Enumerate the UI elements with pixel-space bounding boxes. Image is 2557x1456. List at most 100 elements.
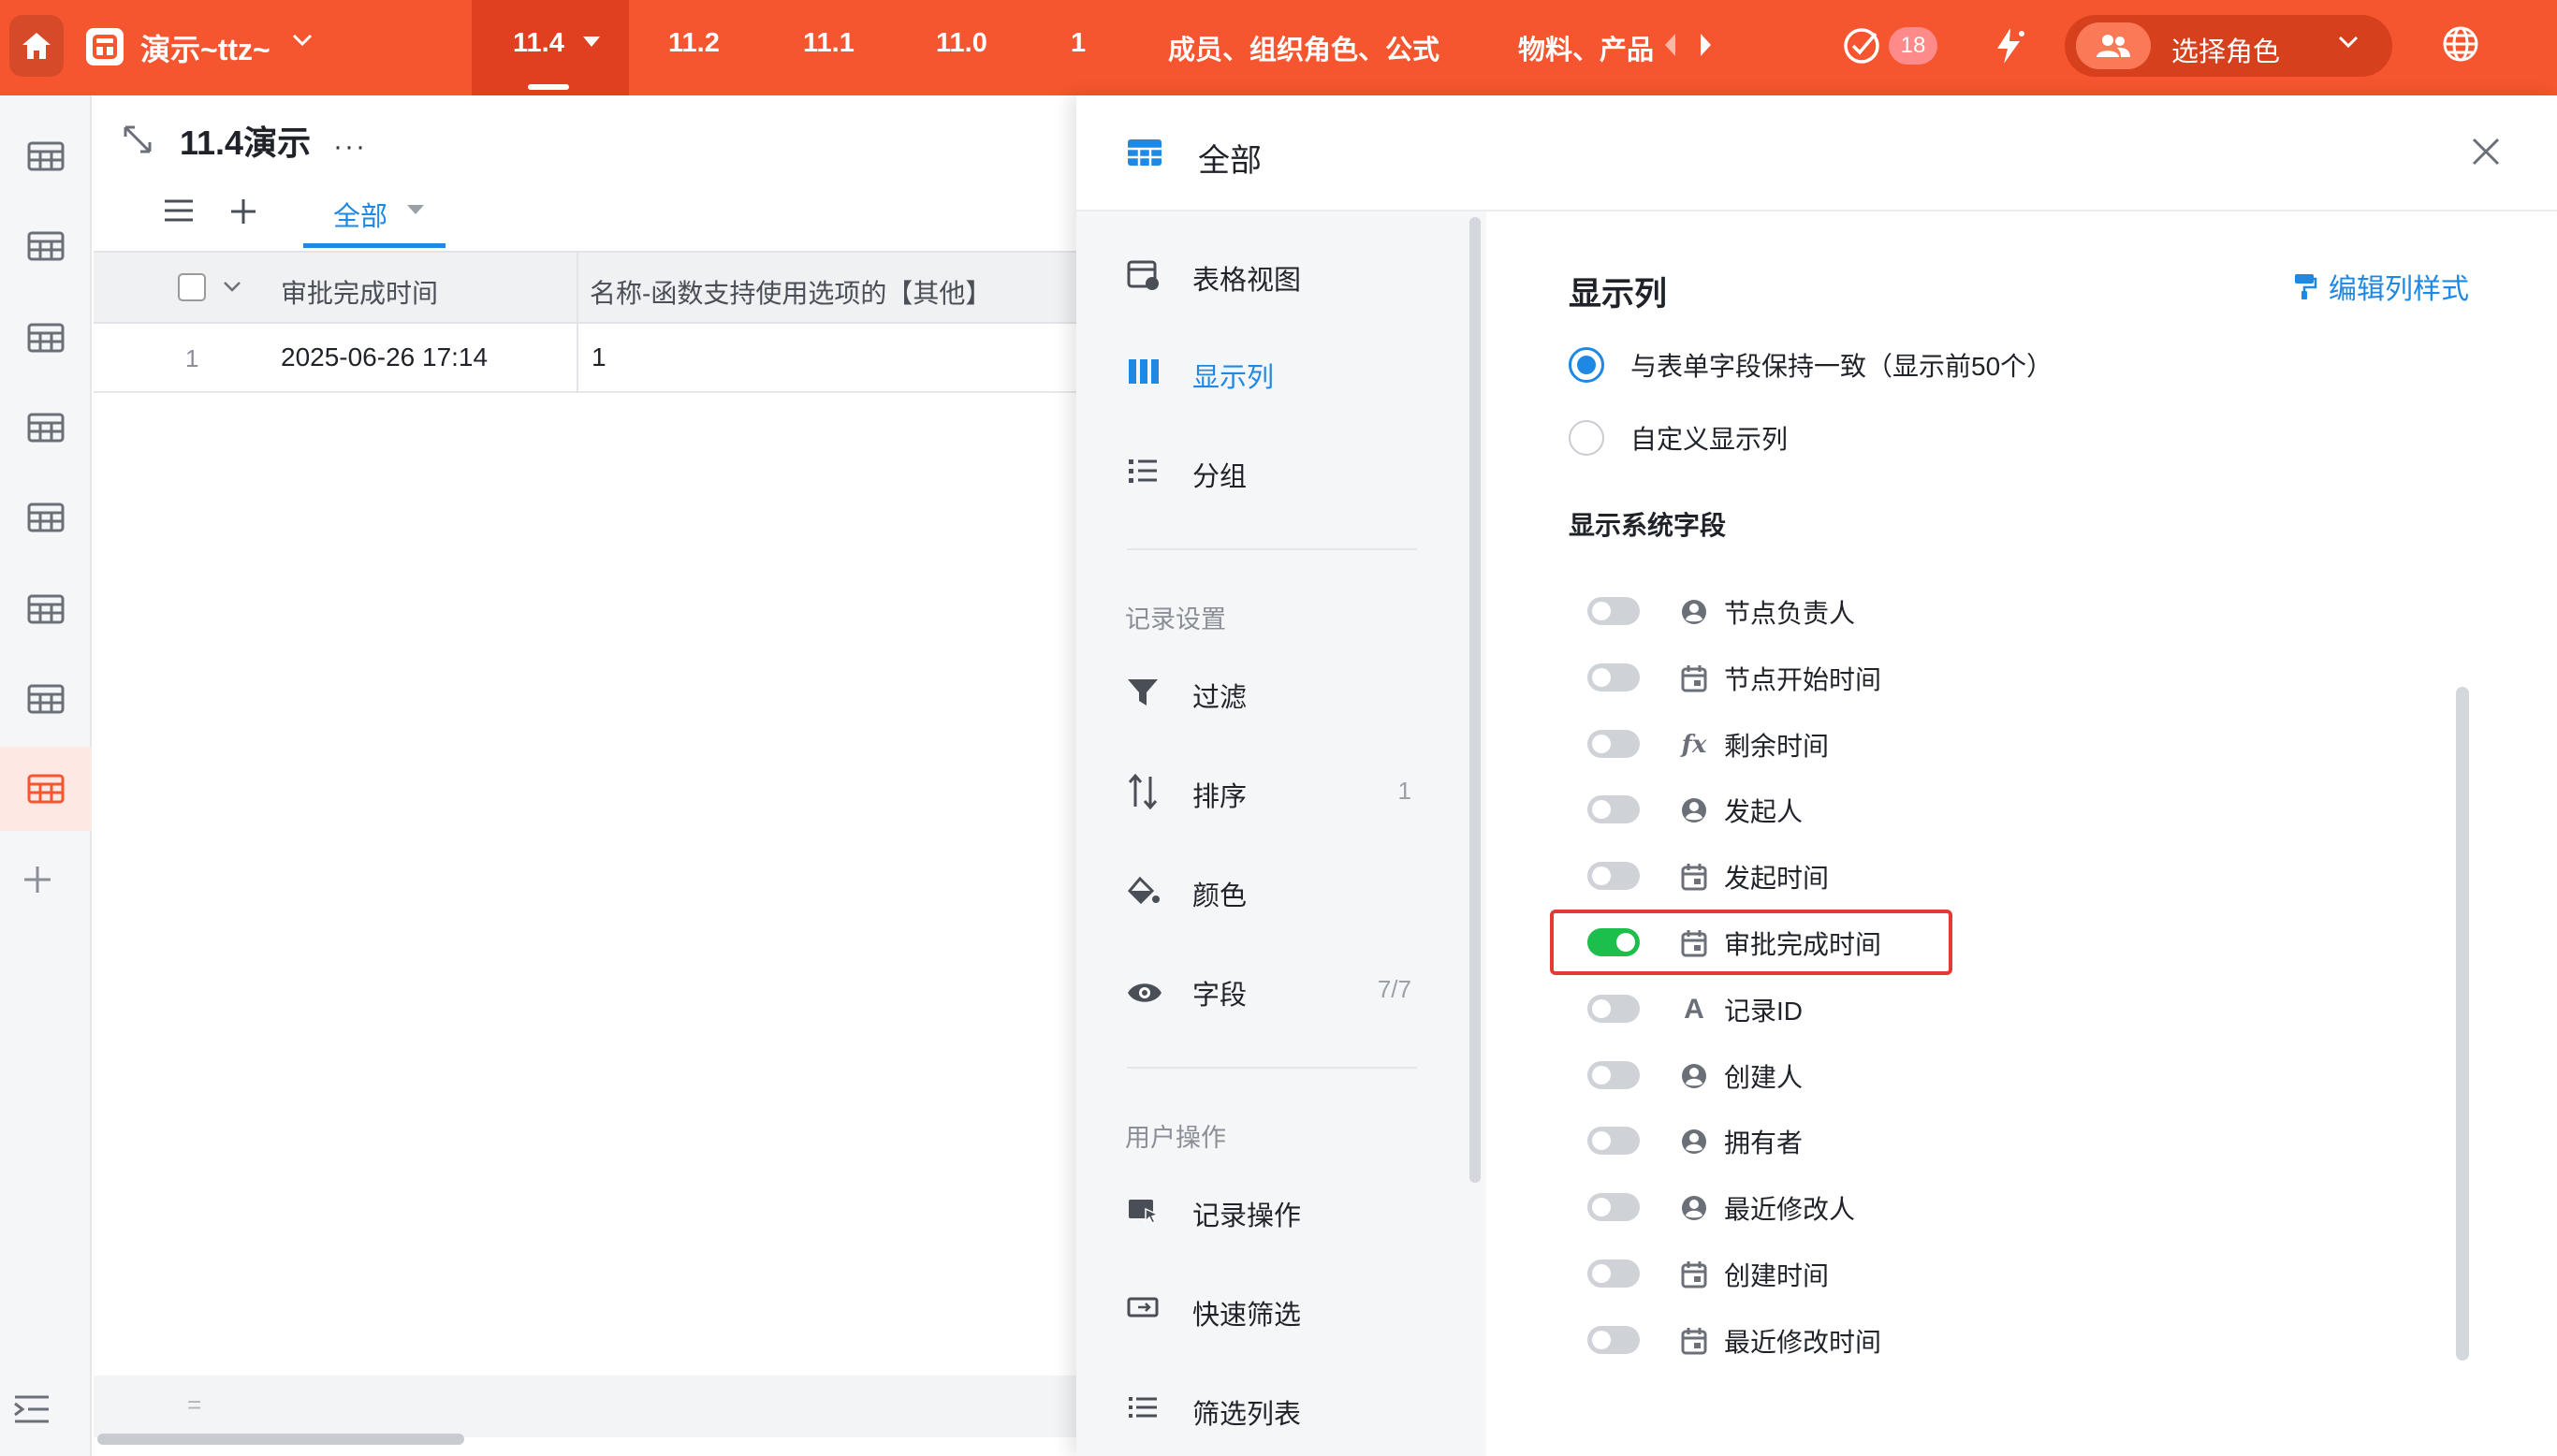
field-toggle[interactable] [1587, 1326, 1640, 1354]
table-icon [27, 413, 65, 443]
left-rail [0, 95, 92, 1456]
field-toggle[interactable] [1587, 730, 1640, 758]
cell-approval-time[interactable]: 2025-06-26 17:14 [281, 342, 488, 372]
nav-fields[interactable]: 字段 7/7 [1076, 954, 1469, 1029]
more-icon[interactable]: ··· [333, 131, 367, 163]
calendar-icon [1679, 1326, 1709, 1356]
tab-members[interactable]: 成员、组织角色、公式 [1168, 28, 1439, 67]
radio-consistent-row[interactable]: 与表单字段保持一致（显示前50个） [1569, 346, 2053, 384]
field-toggle[interactable] [1587, 1127, 1640, 1155]
nav-scrollbar[interactable] [1469, 217, 1481, 1183]
field-toggle[interactable] [1587, 1193, 1640, 1221]
chevron-down-icon[interactable] [292, 34, 313, 47]
nav-quick-filter[interactable]: 快速筛选 [1076, 1274, 1469, 1349]
content-scrollbar[interactable] [2456, 687, 2469, 1361]
field-toggle[interactable] [1587, 862, 1640, 890]
expand-icon[interactable] [122, 124, 153, 155]
caret-down-icon[interactable] [582, 36, 601, 49]
close-icon[interactable] [2471, 137, 2501, 167]
system-field-row[interactable]: 发起时间 [1587, 851, 1962, 901]
add-view-icon[interactable] [228, 197, 258, 226]
tab-1[interactable]: 1 [1071, 28, 1086, 59]
column-header-name[interactable]: 名称-函数支持使用选项的【其他】 [590, 273, 991, 311]
rail-table-5[interactable] [0, 475, 92, 560]
paint-roller-icon [2295, 274, 2317, 299]
filter-list-icon [1129, 1397, 1157, 1418]
globe-icon[interactable] [2441, 24, 2480, 64]
rail-table-6[interactable] [0, 567, 92, 651]
field-toggle[interactable] [1587, 663, 1640, 692]
field-label: 创建人 [1724, 1063, 1804, 1092]
home-icon [22, 33, 51, 59]
role-label[interactable]: 选择角色 [2171, 30, 2280, 69]
tab-11-4[interactable]: 11.4 [513, 28, 564, 59]
rail-table-4[interactable] [0, 386, 92, 470]
nav-record-action[interactable]: 记录操作 [1076, 1175, 1469, 1250]
field-toggle[interactable] [1587, 1259, 1640, 1288]
horizontal-scrollbar[interactable] [97, 1434, 464, 1445]
radio-custom-row[interactable]: 自定义显示列 [1569, 419, 1788, 457]
list-icon[interactable] [163, 198, 195, 223]
system-field-row[interactable]: 创建人 [1587, 1050, 1962, 1100]
calendar-icon [1679, 1259, 1709, 1289]
scroll-left-icon[interactable] [1664, 33, 1677, 57]
nav-divider [1127, 1067, 1417, 1069]
system-field-row[interactable]: 最近修改人 [1587, 1182, 1962, 1232]
home-button[interactable] [9, 15, 64, 77]
field-toggle[interactable] [1587, 1061, 1640, 1089]
tab-11-1[interactable]: 11.1 [803, 28, 855, 59]
system-field-row[interactable]: 节点负责人 [1587, 586, 1962, 636]
field-label: 拥有者 [1724, 1128, 1804, 1158]
field-toggle[interactable] [1587, 597, 1640, 625]
system-field-row[interactable]: fx 剩余时间 [1587, 719, 1962, 769]
rail-table-3[interactable] [0, 296, 92, 380]
rail-table-2[interactable] [0, 204, 92, 288]
collapse-menu-icon[interactable] [13, 1394, 51, 1424]
system-field-row[interactable]: 节点开始时间 [1587, 652, 1962, 703]
section-title: 显示列 [1569, 276, 1668, 313]
column-header-approval-time[interactable]: 审批完成时间 [281, 273, 438, 311]
rail-table-active[interactable] [0, 747, 92, 831]
caret-down-icon[interactable] [406, 204, 425, 215]
view-tab-all[interactable]: 全部 [333, 195, 387, 234]
nav-filter-list[interactable]: 筛选列表 [1076, 1374, 1469, 1449]
calendar-icon [1679, 663, 1709, 693]
tab-materials[interactable]: 物料、产品 [1518, 28, 1654, 67]
table-row[interactable] [94, 324, 1076, 393]
todo-check-icon[interactable] [1842, 26, 1881, 66]
group-icon [1129, 459, 1157, 483]
chevron-down-icon[interactable] [2338, 36, 2359, 49]
nav-sort[interactable]: 排序 1 [1076, 756, 1469, 831]
edit-column-style-link[interactable]: 编辑列样式 [2293, 266, 2469, 307]
rail-table-1[interactable] [0, 114, 92, 198]
system-field-row[interactable]: A 记录ID [1587, 983, 1962, 1034]
nav-group[interactable]: 分组 [1076, 436, 1469, 511]
panel-header [1076, 95, 2557, 211]
tab-11-0[interactable]: 11.0 [936, 28, 987, 59]
system-field-row[interactable]: 拥有者 [1587, 1115, 1962, 1166]
radio-custom[interactable] [1569, 420, 1604, 456]
cell-name[interactable]: 1 [592, 342, 606, 372]
column-divider[interactable] [577, 251, 578, 393]
radio-consistent[interactable] [1569, 347, 1604, 383]
add-icon[interactable] [19, 861, 56, 898]
lightning-icon[interactable] [1990, 26, 2027, 66]
chevron-down-icon[interactable] [223, 281, 241, 292]
system-field-row[interactable]: 发起人 [1587, 784, 1962, 835]
role-avatar [2076, 22, 2151, 69]
nav-display-columns[interactable]: 显示列 [1076, 337, 1469, 412]
scroll-right-icon[interactable] [1699, 33, 1712, 57]
nav-section-user: 用户操作 [1125, 1124, 1226, 1152]
app-title[interactable]: 演示~ttz~ [140, 26, 270, 69]
field-toggle[interactable] [1587, 995, 1640, 1023]
field-toggle[interactable] [1587, 795, 1640, 823]
select-all-checkbox[interactable] [178, 273, 206, 301]
system-field-row[interactable]: 最近修改时间 [1587, 1315, 1962, 1365]
rail-table-7[interactable] [0, 657, 92, 741]
nav-color[interactable]: 颜色 [1076, 855, 1469, 930]
field-label: 节点开始时间 [1724, 665, 1882, 694]
tab-11-2[interactable]: 11.2 [668, 28, 720, 59]
nav-table-view[interactable]: 表格视图 [1076, 240, 1469, 314]
system-field-row[interactable]: 创建时间 [1587, 1248, 1962, 1299]
nav-filter[interactable]: 过滤 [1076, 657, 1469, 732]
